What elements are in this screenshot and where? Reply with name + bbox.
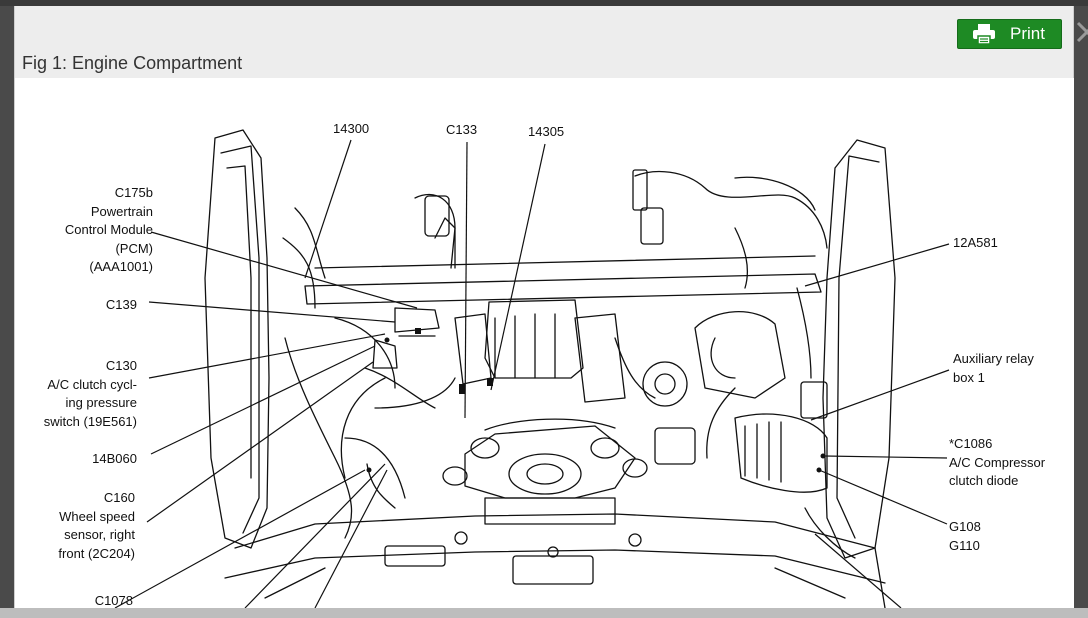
close-icon[interactable] xyxy=(1074,14,1088,48)
engine-compartment-diagram: 14300 C133 14305 C175b Powertrain Contro… xyxy=(14,78,1074,608)
engine-illustration xyxy=(114,129,950,608)
callout-c1078: C1078 xyxy=(94,593,133,608)
callout-14305: 14305 xyxy=(528,124,565,139)
callout-c160: C160 Wheel speed sensor, right front (2C… xyxy=(58,490,135,561)
callout-14b060: 14B060 xyxy=(92,451,137,466)
callout-c175b: C175b Powertrain Control Module (PCM) (A… xyxy=(64,185,153,274)
callout-auxiliary-relay-box: Auxiliary relay box 1 xyxy=(953,351,1034,385)
print-button-label: Print xyxy=(1010,24,1045,43)
dialog-header: Fig 1: Engine Compartment Print xyxy=(14,6,1074,78)
callout-g108-g110: G108 G110 xyxy=(949,519,981,553)
callout-c1086: *C1086 A/C Compressor clutch diode xyxy=(949,436,1046,488)
window-bottom-edge xyxy=(0,608,1088,618)
figure-title: Fig 1: Engine Compartment xyxy=(22,53,243,73)
callout-c133: C133 xyxy=(446,122,478,137)
figure-dialog: Fig 1: Engine Compartment Print 14300 C1… xyxy=(14,6,1074,608)
callout-c139: C139 xyxy=(105,297,137,312)
printer-icon xyxy=(972,23,996,45)
callout-c130: C130 A/C clutch cycl- ing pressure switc… xyxy=(43,358,137,429)
callout-14300: 14300 xyxy=(333,121,370,136)
callout-12a581: 12A581 xyxy=(953,235,998,250)
print-button[interactable]: Print xyxy=(957,19,1062,49)
